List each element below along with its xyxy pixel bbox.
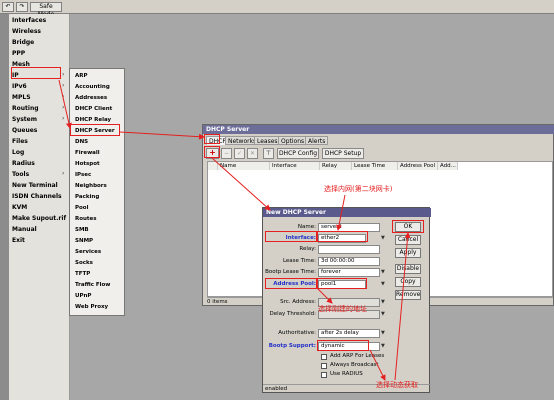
arrow-add-to-dialog [211,157,271,211]
arrow-ip-to-dhcp [58,79,72,129]
arrow-to-ok [394,232,411,381]
arrow-dhcp-to-window [119,131,205,140]
annotation-arrows [58,79,411,381]
arrow-bootp-note [369,349,386,381]
arrow-pool-note [317,288,333,304]
arrow-interface-note [336,194,346,231]
